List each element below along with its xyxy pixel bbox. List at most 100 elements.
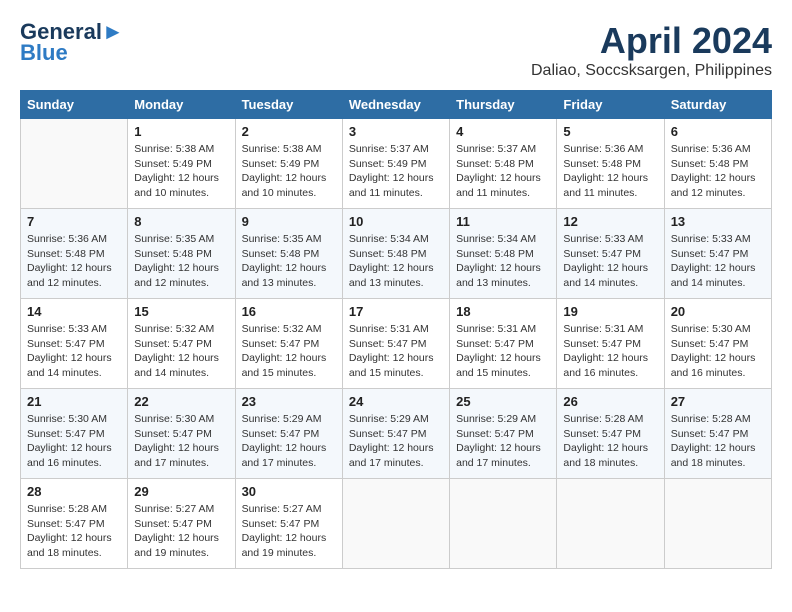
day-number: 10 <box>349 214 443 229</box>
calendar-day-cell: 11 Sunrise: 5:34 AM Sunset: 5:48 PM Dayli… <box>450 209 557 299</box>
calendar-day-cell: 5 Sunrise: 5:36 AM Sunset: 5:48 PM Daylig… <box>557 119 664 209</box>
day-info: Sunrise: 5:31 AM Sunset: 5:47 PM Dayligh… <box>563 322 657 381</box>
day-number: 1 <box>134 124 228 139</box>
day-info: Sunrise: 5:35 AM Sunset: 5:48 PM Dayligh… <box>134 232 228 291</box>
calendar-day-cell <box>450 479 557 569</box>
title-block: April 2024 Daliao, Soccsksargen, Philipp… <box>531 20 772 80</box>
calendar-day-cell: 30 Sunrise: 5:27 AM Sunset: 5:47 PM Dayli… <box>235 479 342 569</box>
day-number: 24 <box>349 394 443 409</box>
day-info: Sunrise: 5:32 AM Sunset: 5:47 PM Dayligh… <box>242 322 336 381</box>
day-number: 23 <box>242 394 336 409</box>
logo: General► Blue <box>20 20 124 66</box>
day-number: 21 <box>27 394 121 409</box>
day-number: 7 <box>27 214 121 229</box>
weekday-header-sunday: Sunday <box>21 91 128 119</box>
day-info: Sunrise: 5:27 AM Sunset: 5:47 PM Dayligh… <box>134 502 228 561</box>
day-number: 28 <box>27 484 121 499</box>
day-info: Sunrise: 5:29 AM Sunset: 5:47 PM Dayligh… <box>456 412 550 471</box>
day-info: Sunrise: 5:28 AM Sunset: 5:47 PM Dayligh… <box>27 502 121 561</box>
calendar-week-row: 28 Sunrise: 5:28 AM Sunset: 5:47 PM Dayli… <box>21 479 772 569</box>
day-number: 15 <box>134 304 228 319</box>
location: Daliao, Soccsksargen, Philippines <box>531 62 772 80</box>
calendar-day-cell: 14 Sunrise: 5:33 AM Sunset: 5:47 PM Dayli… <box>21 299 128 389</box>
day-info: Sunrise: 5:36 AM Sunset: 5:48 PM Dayligh… <box>671 142 765 201</box>
calendar-day-cell: 18Sunrise: 5:31 AM Sunset: 5:47 PM Dayli… <box>450 299 557 389</box>
day-info: Sunrise: 5:38 AM Sunset: 5:49 PM Dayligh… <box>134 142 228 201</box>
day-number: 22 <box>134 394 228 409</box>
day-info: Sunrise: 5:38 AM Sunset: 5:49 PM Dayligh… <box>242 142 336 201</box>
day-number: 12 <box>563 214 657 229</box>
day-number: 3 <box>349 124 443 139</box>
day-info: Sunrise: 5:30 AM Sunset: 5:47 PM Dayligh… <box>134 412 228 471</box>
day-info: Sunrise: 5:37 AM Sunset: 5:49 PM Dayligh… <box>349 142 443 201</box>
day-number: 18 <box>456 304 550 319</box>
day-number: 4 <box>456 124 550 139</box>
calendar-day-cell: 24 Sunrise: 5:29 AM Sunset: 5:47 PM Dayli… <box>342 389 449 479</box>
calendar-day-cell: 4Sunrise: 5:37 AM Sunset: 5:48 PM Daylig… <box>450 119 557 209</box>
weekday-header-tuesday: Tuesday <box>235 91 342 119</box>
weekday-header-saturday: Saturday <box>664 91 771 119</box>
calendar-week-row: 14 Sunrise: 5:33 AM Sunset: 5:47 PM Dayli… <box>21 299 772 389</box>
calendar-day-cell: 1 Sunrise: 5:38 AM Sunset: 5:49 PM Daylig… <box>128 119 235 209</box>
calendar-week-row: 1 Sunrise: 5:38 AM Sunset: 5:49 PM Daylig… <box>21 119 772 209</box>
calendar-day-cell <box>664 479 771 569</box>
day-number: 29 <box>134 484 228 499</box>
day-info: Sunrise: 5:28 AM Sunset: 5:47 PM Dayligh… <box>671 412 765 471</box>
calendar-day-cell: 13Sunrise: 5:33 AM Sunset: 5:47 PM Dayli… <box>664 209 771 299</box>
day-info: Sunrise: 5:35 AM Sunset: 5:48 PM Dayligh… <box>242 232 336 291</box>
day-info: Sunrise: 5:36 AM Sunset: 5:48 PM Dayligh… <box>27 232 121 291</box>
weekday-header-friday: Friday <box>557 91 664 119</box>
calendar-day-cell: 12 Sunrise: 5:33 AM Sunset: 5:47 PM Dayli… <box>557 209 664 299</box>
day-info: Sunrise: 5:36 AM Sunset: 5:48 PM Dayligh… <box>563 142 657 201</box>
calendar-day-cell: 23 Sunrise: 5:29 AM Sunset: 5:47 PM Dayli… <box>235 389 342 479</box>
calendar-header-row: SundayMondayTuesdayWednesdayThursdayFrid… <box>21 91 772 119</box>
calendar-day-cell <box>342 479 449 569</box>
day-info: Sunrise: 5:33 AM Sunset: 5:47 PM Dayligh… <box>27 322 121 381</box>
day-number: 6 <box>671 124 765 139</box>
calendar-day-cell: 21 Sunrise: 5:30 AM Sunset: 5:47 PM Dayli… <box>21 389 128 479</box>
day-number: 19 <box>563 304 657 319</box>
weekday-header-thursday: Thursday <box>450 91 557 119</box>
day-info: Sunrise: 5:34 AM Sunset: 5:48 PM Dayligh… <box>456 232 550 291</box>
day-info: Sunrise: 5:33 AM Sunset: 5:47 PM Dayligh… <box>563 232 657 291</box>
calendar-week-row: 7 Sunrise: 5:36 AM Sunset: 5:48 PM Daylig… <box>21 209 772 299</box>
calendar-day-cell: 8Sunrise: 5:35 AM Sunset: 5:48 PM Daylig… <box>128 209 235 299</box>
calendar-day-cell: 28 Sunrise: 5:28 AM Sunset: 5:47 PM Dayli… <box>21 479 128 569</box>
day-number: 14 <box>27 304 121 319</box>
calendar-day-cell: 9 Sunrise: 5:35 AM Sunset: 5:48 PM Daylig… <box>235 209 342 299</box>
day-info: Sunrise: 5:29 AM Sunset: 5:47 PM Dayligh… <box>349 412 443 471</box>
day-number: 9 <box>242 214 336 229</box>
calendar-day-cell: 26Sunrise: 5:28 AM Sunset: 5:47 PM Dayli… <box>557 389 664 479</box>
logo-blue: Blue <box>20 40 68 66</box>
day-info: Sunrise: 5:30 AM Sunset: 5:47 PM Dayligh… <box>27 412 121 471</box>
day-number: 5 <box>563 124 657 139</box>
month-title: April 2024 <box>531 20 772 62</box>
calendar-day-cell: 19 Sunrise: 5:31 AM Sunset: 5:47 PM Dayli… <box>557 299 664 389</box>
day-info: Sunrise: 5:29 AM Sunset: 5:47 PM Dayligh… <box>242 412 336 471</box>
day-number: 11 <box>456 214 550 229</box>
calendar-day-cell: 22 Sunrise: 5:30 AM Sunset: 5:47 PM Dayli… <box>128 389 235 479</box>
calendar-day-cell: 3 Sunrise: 5:37 AM Sunset: 5:49 PM Daylig… <box>342 119 449 209</box>
calendar-week-row: 21 Sunrise: 5:30 AM Sunset: 5:47 PM Dayli… <box>21 389 772 479</box>
calendar-day-cell: 15 Sunrise: 5:32 AM Sunset: 5:47 PM Dayli… <box>128 299 235 389</box>
day-info: Sunrise: 5:34 AM Sunset: 5:48 PM Dayligh… <box>349 232 443 291</box>
day-number: 20 <box>671 304 765 319</box>
calendar-day-cell: 7 Sunrise: 5:36 AM Sunset: 5:48 PM Daylig… <box>21 209 128 299</box>
calendar-day-cell: 16Sunrise: 5:32 AM Sunset: 5:47 PM Dayli… <box>235 299 342 389</box>
day-info: Sunrise: 5:33 AM Sunset: 5:47 PM Dayligh… <box>671 232 765 291</box>
calendar-day-cell: 29 Sunrise: 5:27 AM Sunset: 5:47 PM Dayli… <box>128 479 235 569</box>
calendar-day-cell: 10 Sunrise: 5:34 AM Sunset: 5:48 PM Dayli… <box>342 209 449 299</box>
calendar-day-cell: 6 Sunrise: 5:36 AM Sunset: 5:48 PM Daylig… <box>664 119 771 209</box>
day-info: Sunrise: 5:27 AM Sunset: 5:47 PM Dayligh… <box>242 502 336 561</box>
day-info: Sunrise: 5:28 AM Sunset: 5:47 PM Dayligh… <box>563 412 657 471</box>
calendar-day-cell: 20 Sunrise: 5:30 AM Sunset: 5:47 PM Dayli… <box>664 299 771 389</box>
calendar-day-cell: 25Sunrise: 5:29 AM Sunset: 5:47 PM Dayli… <box>450 389 557 479</box>
calendar-day-cell <box>21 119 128 209</box>
day-info: Sunrise: 5:30 AM Sunset: 5:47 PM Dayligh… <box>671 322 765 381</box>
calendar-day-cell: 2 Sunrise: 5:38 AM Sunset: 5:49 PM Daylig… <box>235 119 342 209</box>
day-number: 30 <box>242 484 336 499</box>
day-info: Sunrise: 5:32 AM Sunset: 5:47 PM Dayligh… <box>134 322 228 381</box>
day-number: 2 <box>242 124 336 139</box>
day-number: 27 <box>671 394 765 409</box>
page-header: General► Blue April 2024 Daliao, Soccsks… <box>20 20 772 80</box>
